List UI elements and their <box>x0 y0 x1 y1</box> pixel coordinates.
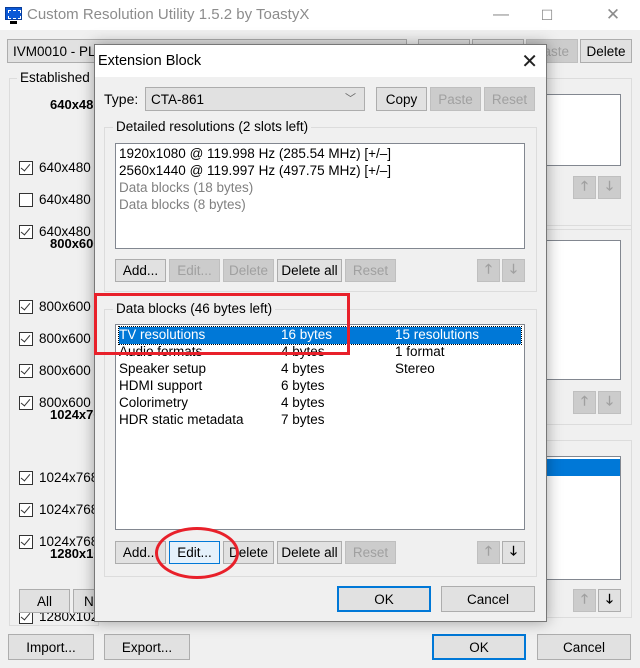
right-list-2[interactable] <box>545 240 621 380</box>
data-block-row[interactable]: Colorimetry 4 bytes <box>119 395 521 412</box>
resolution-checkbox[interactable] <box>19 535 33 549</box>
arrow-up-icon[interactable]: 🡑 <box>573 391 596 414</box>
dialog-close-icon[interactable]: ✕ <box>521 49 538 74</box>
arrow-up-icon[interactable]: 🡑 <box>477 541 500 564</box>
data-block-info: 15 resolutions <box>395 327 480 342</box>
data-blocks-delete-all-button[interactable]: Delete all <box>277 541 342 564</box>
type-select-value: CTA-861 <box>151 91 205 107</box>
export-button[interactable]: Export... <box>104 634 190 660</box>
arrow-up-icon[interactable]: 🡑 <box>477 259 500 282</box>
resolution-checkbox[interactable] <box>19 161 33 175</box>
delete-button-main[interactable]: Delete <box>580 39 632 63</box>
type-label: Type: <box>104 91 139 107</box>
type-select[interactable]: CTA-861 ﹀ <box>145 87 365 111</box>
all-button[interactable]: All <box>19 589 70 613</box>
resolution-checkbox[interactable] <box>19 364 33 378</box>
data-block-row[interactable]: Speaker setup 4 bytes Stereo <box>119 361 521 378</box>
dialog-cancel-button[interactable]: Cancel <box>441 586 535 612</box>
arrow-down-icon[interactable]: 🡓 <box>598 589 621 612</box>
window-title: Custom Resolution Utility 1.5.2 by Toast… <box>27 6 310 23</box>
arrow-down-icon[interactable]: 🡓 <box>502 259 525 282</box>
arrow-up-icon[interactable]: 🡑 <box>573 589 596 612</box>
monitor-icon <box>5 7 22 24</box>
copy-button[interactable]: Copy <box>376 87 427 111</box>
data-block-name: HDR static metadata <box>119 412 244 427</box>
data-block-name: HDMI support <box>119 378 203 393</box>
resolution-checkbox-label[interactable]: 800x600 <box>39 363 91 378</box>
detailed-resolutions-list[interactable]: 1920x1080 @ 119.998 Hz (285.54 MHz) [+/–… <box>115 143 525 249</box>
data-block-size: 4 bytes <box>281 361 325 376</box>
resolution-checkbox-label[interactable]: 800x600 <box>39 331 91 346</box>
resolution-checkbox-label[interactable]: 1024x768 <box>39 470 98 485</box>
arrow-up-icon[interactable]: 🡑 <box>573 176 596 199</box>
detailed-delete-all-button[interactable]: Delete all <box>277 259 342 282</box>
ok-button-main[interactable]: OK <box>432 634 526 660</box>
arrow-down-icon[interactable]: 🡓 <box>502 541 525 564</box>
resolution-checkbox[interactable] <box>19 471 33 485</box>
resolution-checkbox-label[interactable]: 640x480 <box>39 160 91 175</box>
paste-button[interactable]: Paste <box>430 87 481 111</box>
detailed-resolution-text: Data blocks (8 bytes) <box>119 197 246 212</box>
dialog-ok-button[interactable]: OK <box>337 586 431 612</box>
detailed-resolution-row[interactable]: Data blocks (18 bytes) <box>119 180 521 197</box>
right-list-3-selected-row[interactable] <box>546 459 620 476</box>
resolution-checkbox-label[interactable]: 640x480 <box>39 192 91 207</box>
resolution-checkbox-label[interactable]: 800x600 <box>39 299 91 314</box>
detailed-resolution-text: 1920x1080 @ 119.998 Hz (285.54 MHz) [+/–… <box>119 146 391 161</box>
resolution-checkbox[interactable] <box>19 193 33 207</box>
detailed-delete-button[interactable]: Delete <box>223 259 274 282</box>
data-block-size: 6 bytes <box>281 378 325 393</box>
data-block-name: Speaker setup <box>119 361 207 376</box>
detailed-edit-button[interactable]: Edit... <box>169 259 220 282</box>
data-block-info: 1 format <box>395 344 445 359</box>
minimize-button[interactable]: — <box>478 0 524 30</box>
data-block-size: 7 bytes <box>281 412 325 427</box>
arrow-down-icon[interactable]: 🡓 <box>598 391 621 414</box>
resolution-checkbox[interactable] <box>19 332 33 346</box>
resolution-checkbox[interactable] <box>19 396 33 410</box>
data-block-name: Colorimetry <box>119 395 189 410</box>
close-button[interactable]: ✕ <box>590 0 636 30</box>
data-block-row[interactable]: HDMI support 6 bytes <box>119 378 521 395</box>
dialog-title-bar: Extension Block ✕ <box>95 45 546 77</box>
detailed-resolution-row[interactable]: 2560x1440 @ 119.997 Hz (497.75 MHz) [+/–… <box>119 163 521 180</box>
maximize-button[interactable]: ☐ <box>524 0 570 30</box>
resolution-checkbox[interactable] <box>19 300 33 314</box>
data-blocks-reset-button[interactable]: Reset <box>345 541 396 564</box>
annotation-highlight-ellipse <box>155 527 239 579</box>
arrow-down-icon[interactable]: 🡓 <box>598 176 621 199</box>
title-bar: Custom Resolution Utility 1.5.2 by Toast… <box>0 0 640 30</box>
annotation-highlight-rectangle <box>94 293 350 355</box>
reset-button[interactable]: Reset <box>484 87 535 111</box>
dialog-title: Extension Block <box>98 53 202 69</box>
right-list-3[interactable] <box>545 456 621 580</box>
established-group-label: Established r <box>17 70 102 85</box>
resolution-checkbox[interactable] <box>19 225 33 239</box>
cancel-button-main[interactable]: Cancel <box>537 634 631 660</box>
detailed-resolution-text: 2560x1440 @ 119.997 Hz (497.75 MHz) [+/–… <box>119 163 391 178</box>
detailed-resolution-row[interactable]: 1920x1080 @ 119.998 Hz (285.54 MHz) [+/–… <box>119 146 521 163</box>
detailed-add-button[interactable]: Add... <box>115 259 166 282</box>
resolution-checkbox-label[interactable]: 1024x768 <box>39 502 98 517</box>
data-block-info: Stereo <box>395 361 435 376</box>
data-block-row[interactable]: HDR static metadata 7 bytes <box>119 412 521 429</box>
right-list-1[interactable] <box>545 94 621 166</box>
chevron-down-icon: ﹀ <box>345 93 356 105</box>
resolution-checkbox[interactable] <box>19 503 33 517</box>
data-block-size: 4 bytes <box>281 395 325 410</box>
detailed-resolution-text: Data blocks (18 bytes) <box>119 180 254 195</box>
detailed-resolutions-label: Detailed resolutions (2 slots left) <box>113 119 312 134</box>
monitor-select-value: IVM0010 - PL <box>13 43 96 59</box>
import-button[interactable]: Import... <box>8 634 94 660</box>
detailed-reset-button[interactable]: Reset <box>345 259 396 282</box>
detailed-resolution-row[interactable]: Data blocks (8 bytes) <box>119 197 521 214</box>
